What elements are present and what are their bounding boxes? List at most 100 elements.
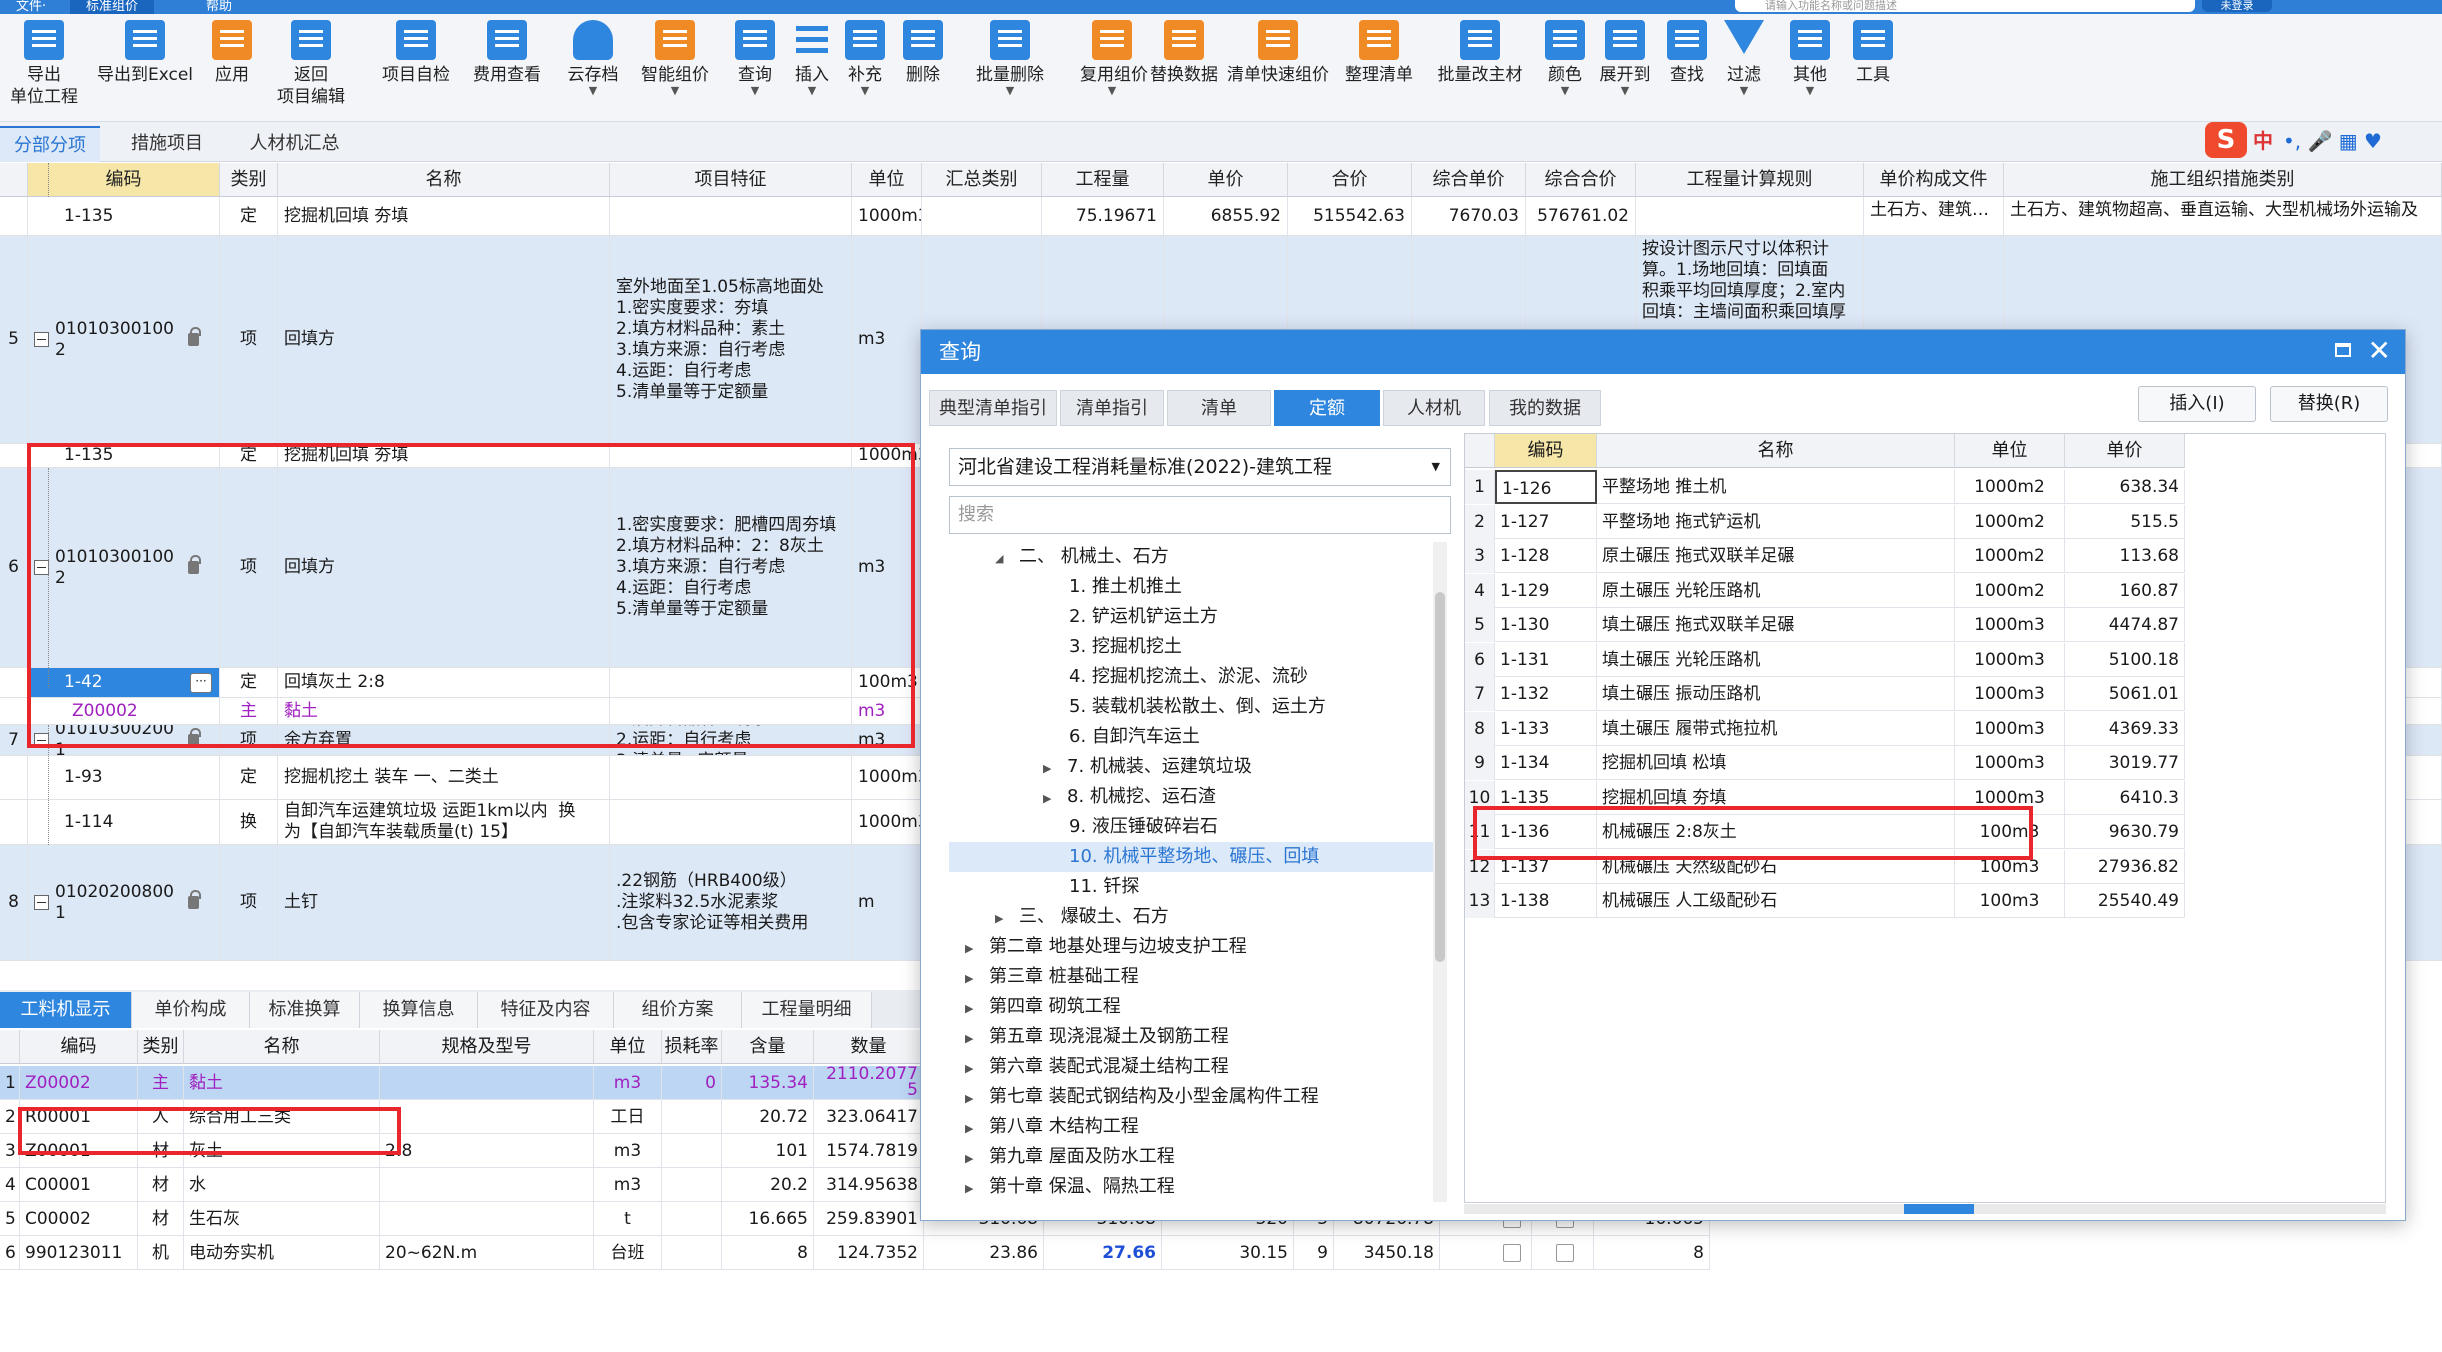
- toolbar-button-14[interactable]: 替换数据: [1148, 20, 1220, 86]
- cell-loss[interactable]: [662, 1236, 722, 1270]
- tree-node[interactable]: 1. 推土机推土: [949, 572, 1433, 602]
- cell-qty[interactable]: 323.06417: [814, 1100, 924, 1134]
- cell-price[interactable]: 515.5: [2065, 504, 2185, 539]
- grid-header-10[interactable]: 综合合价: [1526, 163, 1636, 197]
- cell-type[interactable]: 换: [220, 800, 278, 844]
- quota-row[interactable]: 8 1-133 填土碾压 履带式拖拉机 1000m3 4369.33: [1465, 711, 2185, 746]
- cell-extra-0[interactable]: 23.86: [924, 1236, 1044, 1270]
- tree-node[interactable]: ▶ 8. 机械挖、运石渣: [949, 782, 1433, 812]
- cell-price[interactable]: 3019.77: [2065, 746, 2185, 780]
- grid-header-3[interactable]: 项目特征: [610, 163, 852, 197]
- cell-feature[interactable]: .22钢筋（HRB400级） .注浆料32.5水泥素浆 .包含专家论证等相关费用: [610, 845, 852, 960]
- toolbar-button-1[interactable]: 导出到Excel: [90, 20, 200, 86]
- tree-node[interactable]: ▶ 第四章 砌筑工程: [949, 992, 1433, 1022]
- cell-unit[interactable]: 100m3: [1955, 884, 2065, 918]
- checkbox[interactable]: [1555, 1244, 1574, 1262]
- cell-extra-2[interactable]: 30.15: [1162, 1236, 1294, 1270]
- cell-extra-3[interactable]: 9: [1294, 1236, 1334, 1270]
- cell-type[interactable]: 材: [138, 1202, 184, 1236]
- cell-price[interactable]: 25540.49: [2065, 884, 2185, 918]
- quota-row[interactable]: 2 1-127 平整场地 拖式铲运机 1000m2 515.5: [1465, 504, 2185, 539]
- cell-name[interactable]: 原土碾压 拖式双联羊足碾: [1597, 539, 1955, 573]
- grid-header-7[interactable]: 单价: [1164, 163, 1288, 197]
- cell-code[interactable]: 1-134: [1495, 746, 1597, 780]
- cell-unit[interactable]: t: [594, 1202, 662, 1236]
- cell-spec[interactable]: 2:8: [380, 1134, 594, 1168]
- toolbar-button-7[interactable]: 智能组价 ▼: [630, 20, 720, 96]
- cell-loss[interactable]: 0: [662, 1066, 722, 1100]
- cell-content[interactable]: 8: [722, 1236, 814, 1270]
- cell-loss[interactable]: [662, 1202, 722, 1236]
- cell-spec[interactable]: [380, 1202, 594, 1236]
- cell-code[interactable]: 01020200800 1: [28, 845, 220, 960]
- cell-unit[interactable]: m3: [852, 236, 922, 443]
- menu-help[interactable]: 帮助: [190, 0, 248, 14]
- toolbar-button-18[interactable]: 颜色 ▼: [1542, 20, 1588, 96]
- cell-name[interactable]: 填土碾压 履带式拖拉机: [1597, 711, 1955, 746]
- expand-triangle-icon[interactable]: ▶: [965, 1114, 979, 1144]
- toolbar-button-19[interactable]: 展开到 ▼: [1592, 20, 1658, 96]
- quota-header-2[interactable]: 单位: [1955, 434, 2065, 468]
- tree-search-input[interactable]: 搜索: [949, 496, 1451, 534]
- grid-header-0[interactable]: 编码: [28, 163, 220, 197]
- tree-node[interactable]: ◢ 二、 机械土、石方: [949, 542, 1433, 572]
- grid-header-13[interactable]: 施工组织措施类别: [2004, 163, 2442, 197]
- cell-content[interactable]: 101: [722, 1134, 814, 1168]
- cell-name[interactable]: 挖掘机回填 夯填: [278, 197, 610, 235]
- cell-name[interactable]: 土钉: [278, 845, 610, 960]
- cell-feature[interactable]: [610, 800, 852, 844]
- cell-extra-7[interactable]: 8: [1620, 1236, 1710, 1270]
- tab-labor-material-summary[interactable]: 人材机汇总: [232, 126, 357, 162]
- bottom-tab-1[interactable]: 单价构成: [132, 992, 250, 1028]
- cell-price[interactable]: 9630.79: [2065, 815, 2185, 849]
- cell-extra-4[interactable]: 3450.18: [1334, 1236, 1440, 1270]
- tree-node[interactable]: 3. 挖掘机挖土: [949, 632, 1433, 662]
- quota-row[interactable]: 4 1-129 原土碾压 光轮压路机 1000m2 160.87: [1465, 573, 2185, 608]
- quota-row[interactable]: 3 1-128 原土碾压 拖式双联羊足碾 1000m2 113.68: [1465, 539, 2185, 573]
- replace-button[interactable]: 替换(R): [2270, 386, 2388, 422]
- cell-name[interactable]: 电动夯实机: [184, 1236, 380, 1270]
- ime-toolbar[interactable]: S 中 •, 🎤 ▦ ♥: [2205, 122, 2382, 160]
- cell-content[interactable]: 20.2: [722, 1168, 814, 1202]
- cell-unit[interactable]: 1000m2: [1955, 573, 2065, 608]
- cell-spec[interactable]: [380, 1100, 594, 1134]
- cell-loss[interactable]: [662, 1100, 722, 1134]
- toolbar-button-9[interactable]: 插入 ▼: [788, 20, 836, 96]
- cell-type[interactable]: 项: [220, 236, 278, 443]
- expand-triangle-icon[interactable]: ▶: [965, 964, 979, 994]
- cell-spec[interactable]: [380, 1066, 594, 1100]
- quota-table-scrollbar[interactable]: [1464, 1204, 2386, 1214]
- cell-type[interactable]: 机: [138, 1236, 184, 1270]
- cell-price[interactable]: 5061.01: [2065, 677, 2185, 711]
- cell-unit[interactable]: m: [852, 845, 922, 960]
- toolbar-button-2[interactable]: 应用: [208, 20, 256, 86]
- dialog-tab-3[interactable]: 定额: [1274, 390, 1380, 426]
- tree-node[interactable]: ▶ 第八章 木结构工程: [949, 1112, 1433, 1142]
- bottom-header-1[interactable]: 类别: [138, 1030, 184, 1064]
- grid-header-1[interactable]: 类别: [220, 163, 278, 197]
- cell-code[interactable]: 1-129: [1495, 573, 1597, 608]
- cell-unit[interactable]: 1000m3: [852, 756, 922, 799]
- toolbar-button-12[interactable]: 批量删除 ▼: [960, 20, 1060, 96]
- cell-code[interactable]: 1-127: [1495, 504, 1597, 539]
- cell-price[interactable]: 6855.92: [1164, 197, 1288, 235]
- collapse-icon[interactable]: [34, 895, 49, 910]
- tab-sub-items[interactable]: 分部分项: [0, 126, 100, 162]
- expand-triangle-icon[interactable]: ▶: [965, 994, 979, 1024]
- toolbar-button-16[interactable]: 整理清单: [1340, 20, 1418, 86]
- cell-code[interactable]: 01010300100 2: [28, 236, 220, 443]
- cell-price[interactable]: 4369.33: [2065, 711, 2185, 746]
- toolbar-button-23[interactable]: 工具: [1850, 20, 1896, 86]
- cell-code[interactable]: 1-138: [1495, 884, 1597, 918]
- cell-extra-6[interactable]: [1536, 1236, 1594, 1270]
- standard-select[interactable]: 河北省建设工程消耗量标准(2022)-建筑工程 ▼: [949, 448, 1451, 486]
- bottom-tab-4[interactable]: 特征及内容: [478, 992, 614, 1028]
- cell-price[interactable]: 6410.3: [2065, 780, 2185, 815]
- toolbar-button-21[interactable]: 过滤 ▼: [1720, 20, 1768, 96]
- tree-node[interactable]: ▶ 第二章 地基处理与边坡支护工程: [949, 932, 1433, 962]
- bottom-tab-0[interactable]: 工料机显示: [0, 992, 132, 1028]
- toolbar-button-3[interactable]: 返回 项目编辑: [255, 20, 367, 108]
- resource-row[interactable]: 6 990123011 机电动夯实机 20~62N.m 台班 8 124.7352 23.86…: [0, 1236, 1710, 1270]
- cell-cprice[interactable]: 7670.03: [1412, 197, 1526, 235]
- bottom-header-0[interactable]: 编码: [20, 1030, 138, 1064]
